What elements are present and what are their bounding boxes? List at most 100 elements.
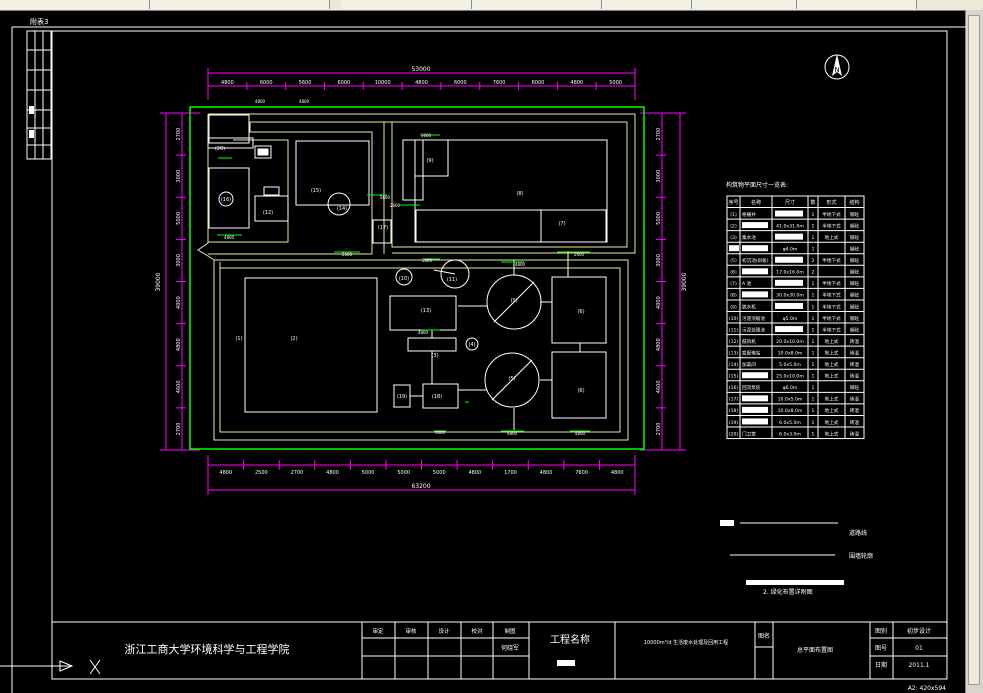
left-segment-dims: 2700 3000 5000 3000 4000 4800 4600 2700 [176, 112, 186, 436]
table-cell: 地上式 [825, 349, 839, 356]
left-seg-dim: 3000 [176, 170, 182, 183]
table-cell: 砖混 [850, 396, 860, 403]
table-cell: (15) [729, 374, 739, 380]
table-cell: 1 [812, 293, 815, 299]
unit-label-u6a: (6) [577, 309, 584, 315]
sheet-size: A2: 420x594 [908, 685, 946, 692]
unit-label-u1: (1) [235, 336, 242, 342]
table-cell: 1 [812, 350, 815, 356]
table-cell: (6) [730, 270, 737, 276]
table-cell: 1 [812, 339, 815, 345]
tab-3[interactable] [342, 0, 472, 9]
table-cell: 半地下式 [822, 280, 841, 287]
vertical-scrollbar[interactable] [965, 10, 983, 693]
unit-label-u14: (14) [337, 206, 347, 212]
cad-drawing-canvas[interactable]: 附表3 N 53000 4800 6000 5600 6000 10000 4800 600… [0, 10, 966, 693]
inner-dim: 4800 [299, 99, 310, 104]
table-redacted-cell [742, 222, 768, 229]
table-redacted-cell [729, 245, 739, 252]
table-row: (8) 30.0x30.0m 1 半地下式 钢砼 [730, 291, 859, 299]
table-row: (13) 变配电站 10.0x8.0m 1 地上式 砖混 [729, 349, 860, 356]
unit-label-u2: (2) [290, 336, 297, 342]
tab-7[interactable] [797, 0, 917, 9]
bottom-seg-dim: 5000 [362, 470, 375, 476]
table-cell: 加氯间 [742, 361, 756, 368]
table-row: (12) 鼓风机 20.0x10.0m 1 地上式 砖混 [729, 338, 860, 345]
table-cell: 半地下式 [822, 303, 841, 310]
inner-dim: 4800 [515, 262, 526, 267]
table-title: 构筑物平面尺寸一览表: [726, 181, 788, 189]
table-cell: 1 [812, 212, 815, 218]
tab-2[interactable] [150, 0, 330, 9]
table-cell: (7) [730, 281, 737, 287]
table-row: (9) 脱水机 1 半地下式 钢砼 [730, 302, 859, 310]
top-seg-dim: 5600 [299, 80, 312, 86]
top-seg-dim: 4800 [221, 80, 234, 86]
left-seg-dim: 2700 [176, 423, 182, 436]
table-cell: (11) [729, 327, 739, 333]
right-segment-dims: 2700 3000 5000 3000 4000 4800 4600 2700 [656, 112, 666, 435]
bottom-seg-dim: 4800 [326, 470, 339, 476]
table-cell: φ4.0m [783, 247, 798, 253]
right-seg-dim: 3000 [656, 170, 662, 183]
bottom-seg-dim: 2500 [255, 470, 268, 476]
inner-dim: 4800 [507, 431, 518, 436]
project-name: 10000m³/d 生活废水处理及回用工程 [644, 639, 728, 646]
bottom-seg-dim: 7600 [575, 470, 588, 476]
table-cell: 25.0x10.0m [776, 374, 804, 380]
table-cell: 10.0x5.0m [778, 397, 803, 403]
title-right-label-1: 图号 [875, 645, 887, 652]
table-cell: 6.0x3.0m [779, 431, 801, 437]
table-cell: 地上式 [825, 407, 839, 414]
table-redacted-cell [775, 233, 803, 240]
table-cell: (5) [730, 258, 737, 264]
title-header-4: 制图 [504, 627, 516, 635]
right-seg-dim: 4600 [656, 380, 662, 393]
title-block-right: 图别图号日期 初步设计 01 2011.1 [875, 627, 931, 669]
table-cell: 门卫室 [742, 430, 756, 437]
table-cell: 钢砼 [850, 384, 860, 391]
table-cell: 钢砼 [850, 315, 860, 322]
table-cell: 脱水机 [742, 303, 756, 310]
top-left-label: 附表3 [30, 17, 48, 26]
table-row: (1) 格栅井 1 半地下式 钢砼 [730, 210, 859, 218]
title-header-1: 审核 [405, 627, 417, 635]
title-right-value-1: 01 [915, 645, 923, 652]
table-cell: (1) [730, 212, 737, 218]
table-cell: 砖混 [850, 430, 860, 437]
table-cell: 30.0x30.0m [776, 293, 804, 299]
table-cell: 1 [812, 420, 815, 426]
scrollbar-thumb[interactable] [968, 15, 980, 685]
drawer-name: 何晓军 [501, 644, 519, 652]
table-row: (7) A 池 1 半地下式 钢砼 [730, 279, 859, 287]
table-cell: 10.0x8.0m [778, 350, 803, 356]
table-row: (18) 10.0x8.0m 1 地上式 砖混 [729, 406, 859, 414]
top-seg-dim: 7600 [493, 80, 506, 86]
inner-dim: 2600 [390, 203, 401, 208]
tab-1[interactable] [0, 0, 150, 9]
legend [720, 520, 844, 585]
table-row: (3) 集水池 1 地上式 钢砼 [730, 233, 859, 241]
unit-label-u19: (19) [397, 394, 407, 400]
table-cell: 地上式 [825, 373, 839, 380]
table-cell: (8) [730, 293, 737, 299]
table-cell: 钢砼 [850, 257, 860, 264]
tab-4[interactable] [472, 0, 602, 9]
top-seg-dim: 6000 [532, 80, 545, 86]
legend-swatch-3 [746, 580, 844, 585]
right-seg-dim: 3000 [656, 254, 662, 267]
table-cell: 6.0x5.0m [779, 420, 801, 426]
table-row: (19) 6.0x5.0m 1 地上式 砖混 [729, 418, 859, 426]
tab-6[interactable] [692, 0, 797, 9]
table-redacted-cell [775, 279, 803, 286]
binding-strip [26, 30, 52, 160]
right-seg-dim: 2700 [656, 128, 662, 141]
north-arrow-icon: N [824, 54, 850, 80]
title-right-label-2: 日期 [875, 661, 887, 669]
table-cell: 41.0x31.0m [776, 223, 804, 229]
inner-dim: 3600 [421, 133, 432, 138]
inner-dim: 4800 [575, 431, 586, 436]
tab-5[interactable] [602, 0, 692, 9]
legend-item-2: 围墙轮廓 [849, 552, 873, 560]
table-cell: 半地下式 [822, 211, 841, 218]
